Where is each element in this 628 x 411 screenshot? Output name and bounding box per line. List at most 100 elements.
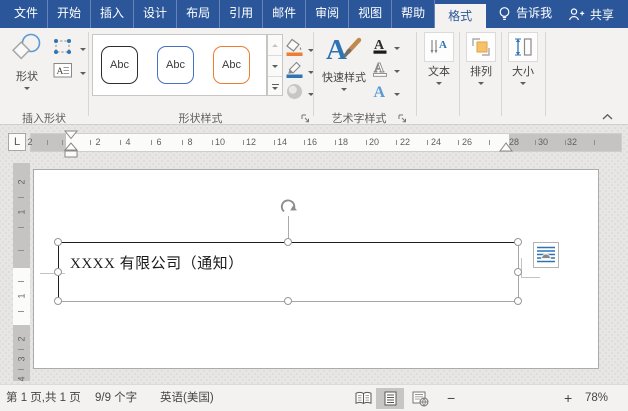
size-group-label: 大小 — [512, 66, 534, 78]
gallery-scroll-down-button[interactable] — [268, 56, 282, 77]
hruler-number: 20 — [368, 137, 379, 147]
hruler-number: 12 — [245, 137, 256, 147]
menu-tab[interactable]: 引用 — [220, 0, 264, 28]
textbox-resize-handle[interactable] — [514, 268, 522, 276]
vruler-number: 1 — [16, 293, 27, 299]
edit-shape-icon — [52, 37, 74, 61]
arrange-group-label: 排列 — [470, 66, 492, 78]
text-wrap-icon — [537, 246, 555, 263]
menu-tab[interactable]: 帮助 — [392, 0, 436, 28]
menu-tab[interactable]: 插入 — [91, 0, 135, 28]
print-layout-button-active[interactable] — [376, 388, 404, 409]
shapes-label: 形状 — [16, 71, 38, 83]
textbox-text[interactable]: XXXX 有限公司（通知） — [70, 252, 244, 273]
menu-bar: 文件 开始 插入 设计 布局 引用 邮件 审阅 视图 帮助 格式 告诉我 共享 — [0, 0, 628, 28]
hruler-tick — [243, 140, 244, 145]
triangle-up-icon — [272, 43, 278, 47]
shape-outline-button[interactable] — [285, 60, 314, 84]
status-bar: 第 1 页,共 1 页 9/9 个字 英语(美国) − + 78% — [0, 384, 628, 411]
vruler-tick — [18, 227, 24, 228]
group-label-shape-styles: 形状样式 — [178, 113, 223, 125]
menu-tab[interactable]: 邮件 — [263, 0, 307, 28]
quick-styles-button[interactable]: A 快速样式 — [316, 32, 372, 91]
hruler-number: 26 — [461, 137, 472, 147]
text-direction-icon: A — [424, 32, 454, 62]
vruler-tick — [18, 349, 24, 350]
share-button[interactable]: 共享 — [568, 0, 628, 28]
language-status[interactable]: 英语(美国) — [160, 385, 214, 411]
text-fill-button[interactable]: A — [371, 36, 400, 60]
menu-tab[interactable]: 开始 — [48, 0, 92, 28]
word-window: 文件 开始 插入 设计 布局 引用 邮件 审阅 视图 帮助 格式 告诉我 共享 形状 — [0, 0, 628, 411]
word-count-status[interactable]: 9/9 个字 — [95, 385, 137, 411]
rotation-handle-icon[interactable] — [279, 197, 298, 216]
gallery-scroll-strip — [267, 34, 283, 96]
menu-tab[interactable]: 视图 — [349, 0, 393, 28]
open-book-icon — [355, 391, 372, 405]
hruler-number: 30 — [537, 137, 548, 147]
text-effects-icon: A — [371, 82, 389, 106]
hruler-tick — [335, 140, 336, 145]
zoom-in-button[interactable]: + — [564, 385, 572, 411]
gallery-more-button[interactable] — [268, 77, 282, 97]
shape-style-chip[interactable]: Abc — [213, 46, 250, 84]
draw-textbox-button[interactable]: A — [52, 61, 86, 85]
group-separator — [416, 32, 417, 116]
text-outline-button[interactable]: A — [371, 59, 400, 83]
group-label-insert-shapes: 插入形状 — [22, 113, 66, 125]
vruler-number: 1 — [16, 209, 27, 215]
read-mode-button[interactable] — [354, 391, 373, 409]
more-bar-icon — [271, 84, 279, 86]
chevron-down-icon — [341, 88, 347, 91]
textbox-resize-handle[interactable] — [284, 297, 292, 305]
tab-format-active[interactable]: 格式 — [435, 4, 487, 28]
menu-tab[interactable]: 布局 — [177, 0, 221, 28]
shapes-button[interactable]: 形状 — [6, 32, 48, 90]
gallery-scroll-up-button[interactable] — [268, 35, 282, 56]
indent-markers[interactable] — [63, 130, 79, 159]
textbox-resize-handle[interactable] — [514, 238, 522, 246]
collapse-ribbon-button[interactable] — [601, 108, 614, 126]
lightbulb-icon[interactable] — [498, 0, 511, 28]
layout-options-button[interactable] — [533, 242, 559, 268]
draw-textbox-icon: A — [52, 61, 74, 85]
vertical-ruler[interactable]: 211234 — [13, 163, 30, 382]
hruler-number: 6 — [156, 137, 162, 147]
chevron-down-icon — [24, 87, 30, 90]
textbox-resize-handle[interactable] — [54, 268, 62, 276]
page-number-status[interactable]: 第 1 页,共 1 页 — [6, 385, 81, 411]
menu-tab[interactable]: 文件 — [5, 0, 49, 28]
shape-style-chip[interactable]: Abc — [157, 46, 194, 84]
text-group-button[interactable]: A 文本 — [420, 32, 458, 85]
shape-style-chip[interactable]: Abc — [101, 46, 138, 84]
right-indent-marker[interactable] — [498, 142, 514, 153]
hruler-number: 2 — [27, 137, 33, 147]
hruler-tick — [151, 140, 152, 145]
group-separator — [501, 32, 502, 116]
chevron-down-icon — [80, 71, 86, 75]
menu-tab[interactable]: 设计 — [134, 0, 178, 28]
textbox-resize-handle[interactable] — [54, 297, 62, 305]
shape-effects-button[interactable] — [285, 82, 314, 106]
text-effects-button[interactable]: A — [371, 82, 400, 106]
share-label: 共享 — [589, 7, 614, 22]
textbox-resize-handle[interactable] — [284, 238, 292, 246]
vruler-number: 2 — [16, 179, 27, 185]
page-lines-icon — [384, 391, 396, 406]
horizontal-ruler[interactable]: 2 2 4 6 8 10 12 14 16 18 20 22 24 26 28 30 32 — [27, 133, 622, 152]
zoom-percentage[interactable]: 78% — [585, 385, 608, 411]
tell-me-button[interactable]: 告诉我 — [516, 0, 552, 28]
chevron-down-icon — [436, 82, 442, 85]
arrange-group-button[interactable]: 排列 — [462, 32, 500, 85]
zoom-out-button[interactable]: − — [447, 385, 455, 411]
vruler-number: 3 — [16, 356, 27, 362]
web-layout-button[interactable] — [412, 391, 429, 410]
size-group-button[interactable]: 大小 — [504, 32, 542, 85]
textbox-resize-handle[interactable] — [54, 238, 62, 246]
textbox-resize-handle[interactable] — [514, 297, 522, 305]
edit-shape-button[interactable] — [52, 37, 86, 61]
shape-fill-button[interactable] — [285, 38, 314, 62]
menu-tab[interactable]: 审阅 — [306, 0, 350, 28]
selected-textbox[interactable]: XXXX 有限公司（通知） — [58, 242, 519, 302]
hruler-number: 4 — [125, 137, 131, 147]
